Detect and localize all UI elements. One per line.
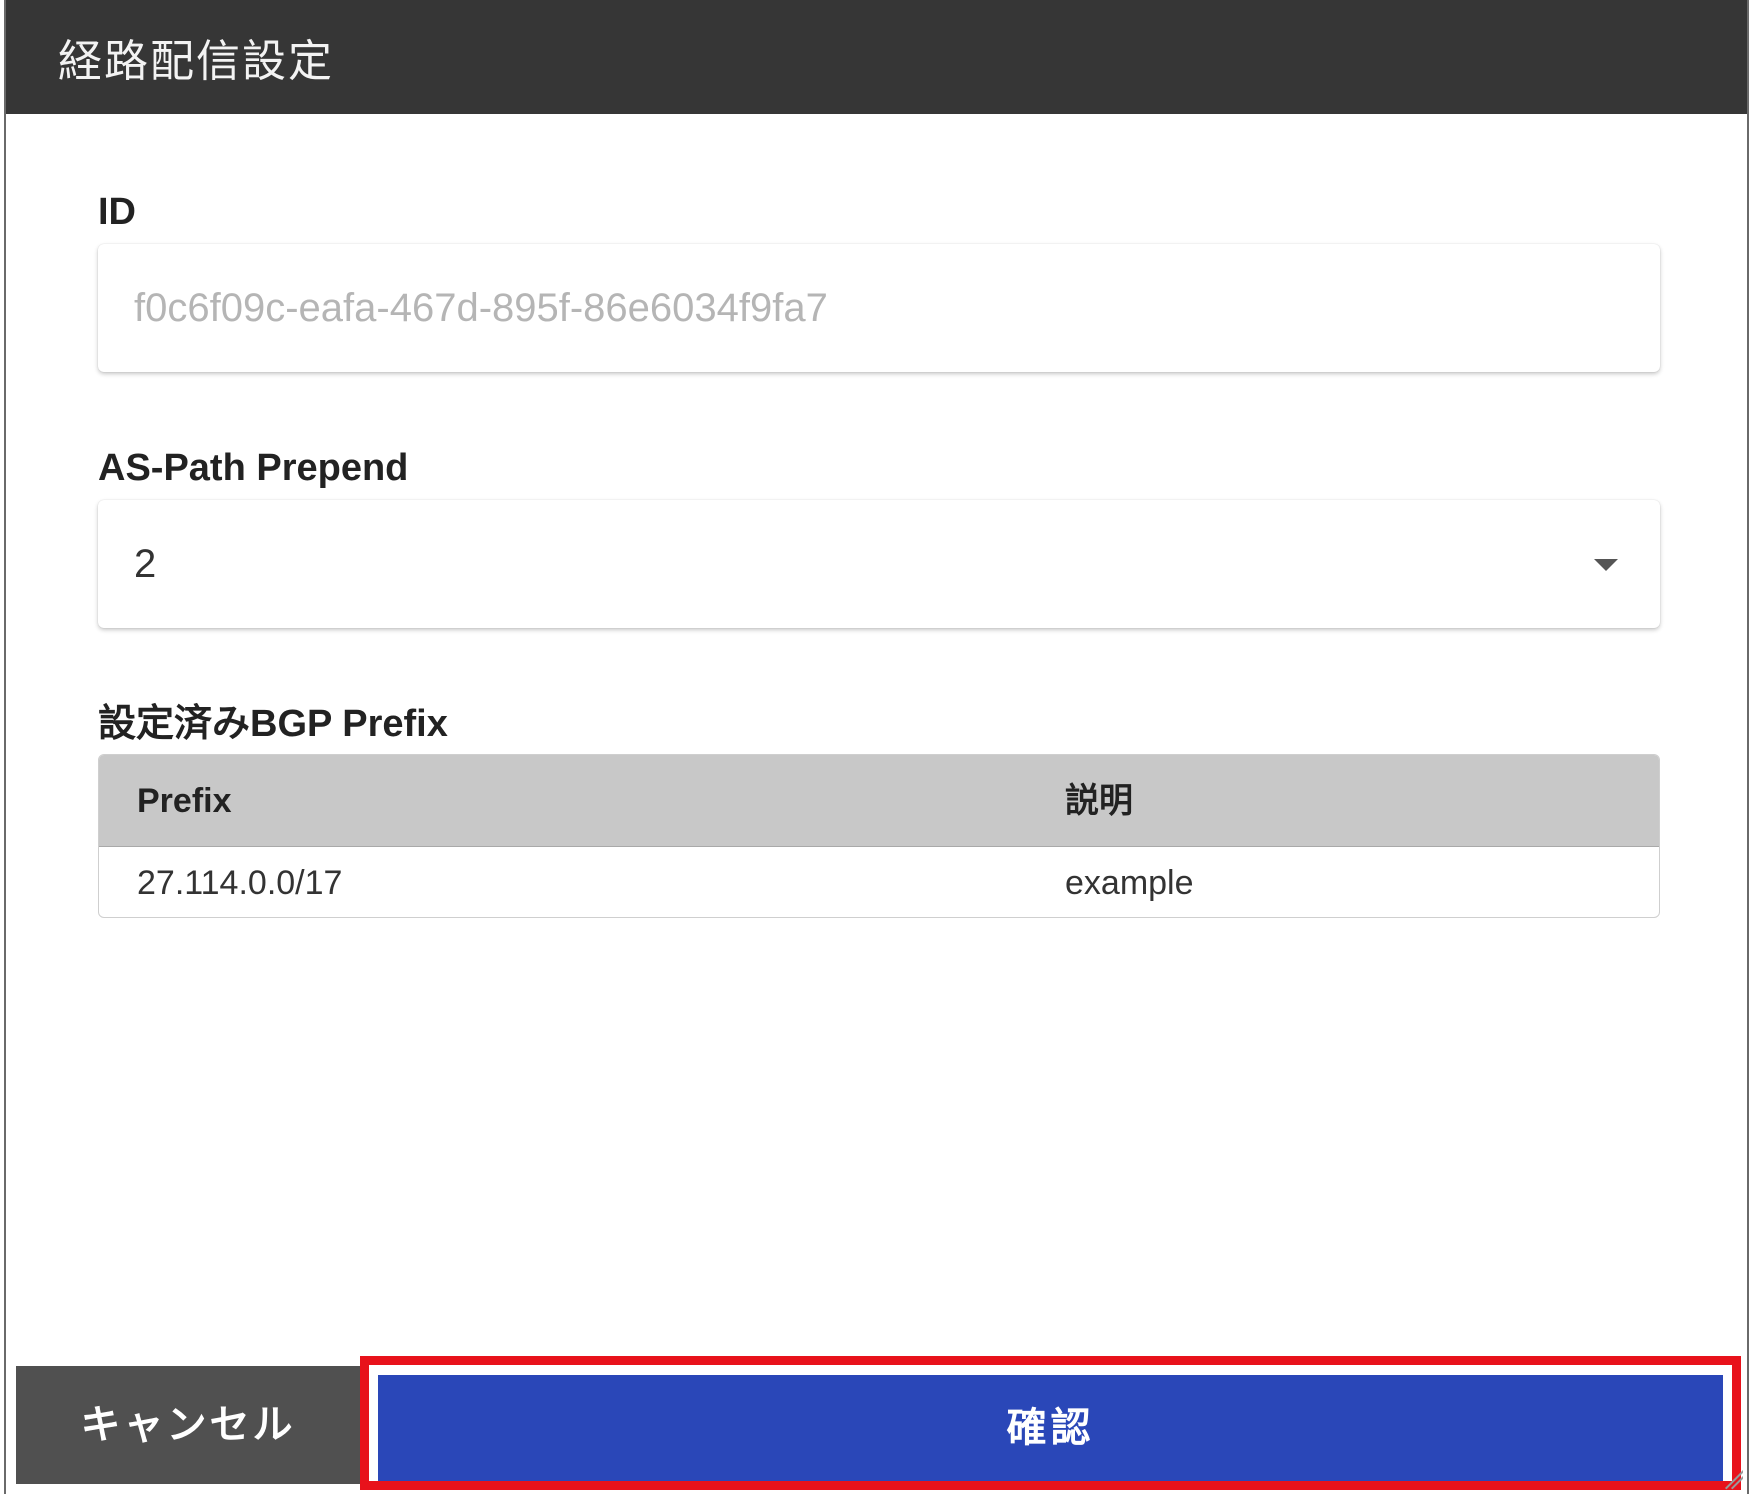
route-distribution-dialog: 経路配信設定 ID f0c6f09c-eafa-467d-895f-86e603…	[4, 0, 1749, 1494]
confirm-button[interactable]: 確認	[378, 1375, 1723, 1481]
table-header-row: Prefix 説明	[99, 755, 1659, 847]
as-path-prepend-select[interactable]: 2	[98, 500, 1660, 628]
id-label: ID	[98, 191, 136, 233]
table-cell-prefix: 27.114.0.0/17	[137, 864, 343, 902]
resize-grip-icon[interactable]	[1723, 1470, 1743, 1490]
chevron-down-icon[interactable]	[1594, 559, 1618, 571]
table-header-prefix: Prefix	[137, 782, 232, 820]
bgp-prefix-table: Prefix 説明 27.114.0.0/17 example	[98, 754, 1660, 918]
id-field: f0c6f09c-eafa-467d-895f-86e6034f9fa7	[98, 244, 1660, 372]
dialog-actions: キャンセル 確認	[16, 1356, 1741, 1490]
bgp-prefix-label: 設定済みBGP Prefix	[98, 703, 448, 745]
dialog-title: 経路配信設定	[58, 36, 334, 87]
table-cell-description: example	[1065, 864, 1194, 902]
cancel-button[interactable]: キャンセル	[16, 1366, 360, 1484]
as-path-prepend-selected-value: 2	[134, 542, 157, 586]
confirm-button-highlight: 確認	[360, 1356, 1741, 1490]
id-value: f0c6f09c-eafa-467d-895f-86e6034f9fa7	[134, 286, 828, 330]
as-path-prepend-label: AS-Path Prepend	[98, 447, 409, 489]
table-header-description: 説明	[1065, 782, 1133, 820]
table-row: 27.114.0.0/17 example	[99, 847, 1659, 917]
dialog-title-bar: 経路配信設定	[6, 0, 1747, 114]
